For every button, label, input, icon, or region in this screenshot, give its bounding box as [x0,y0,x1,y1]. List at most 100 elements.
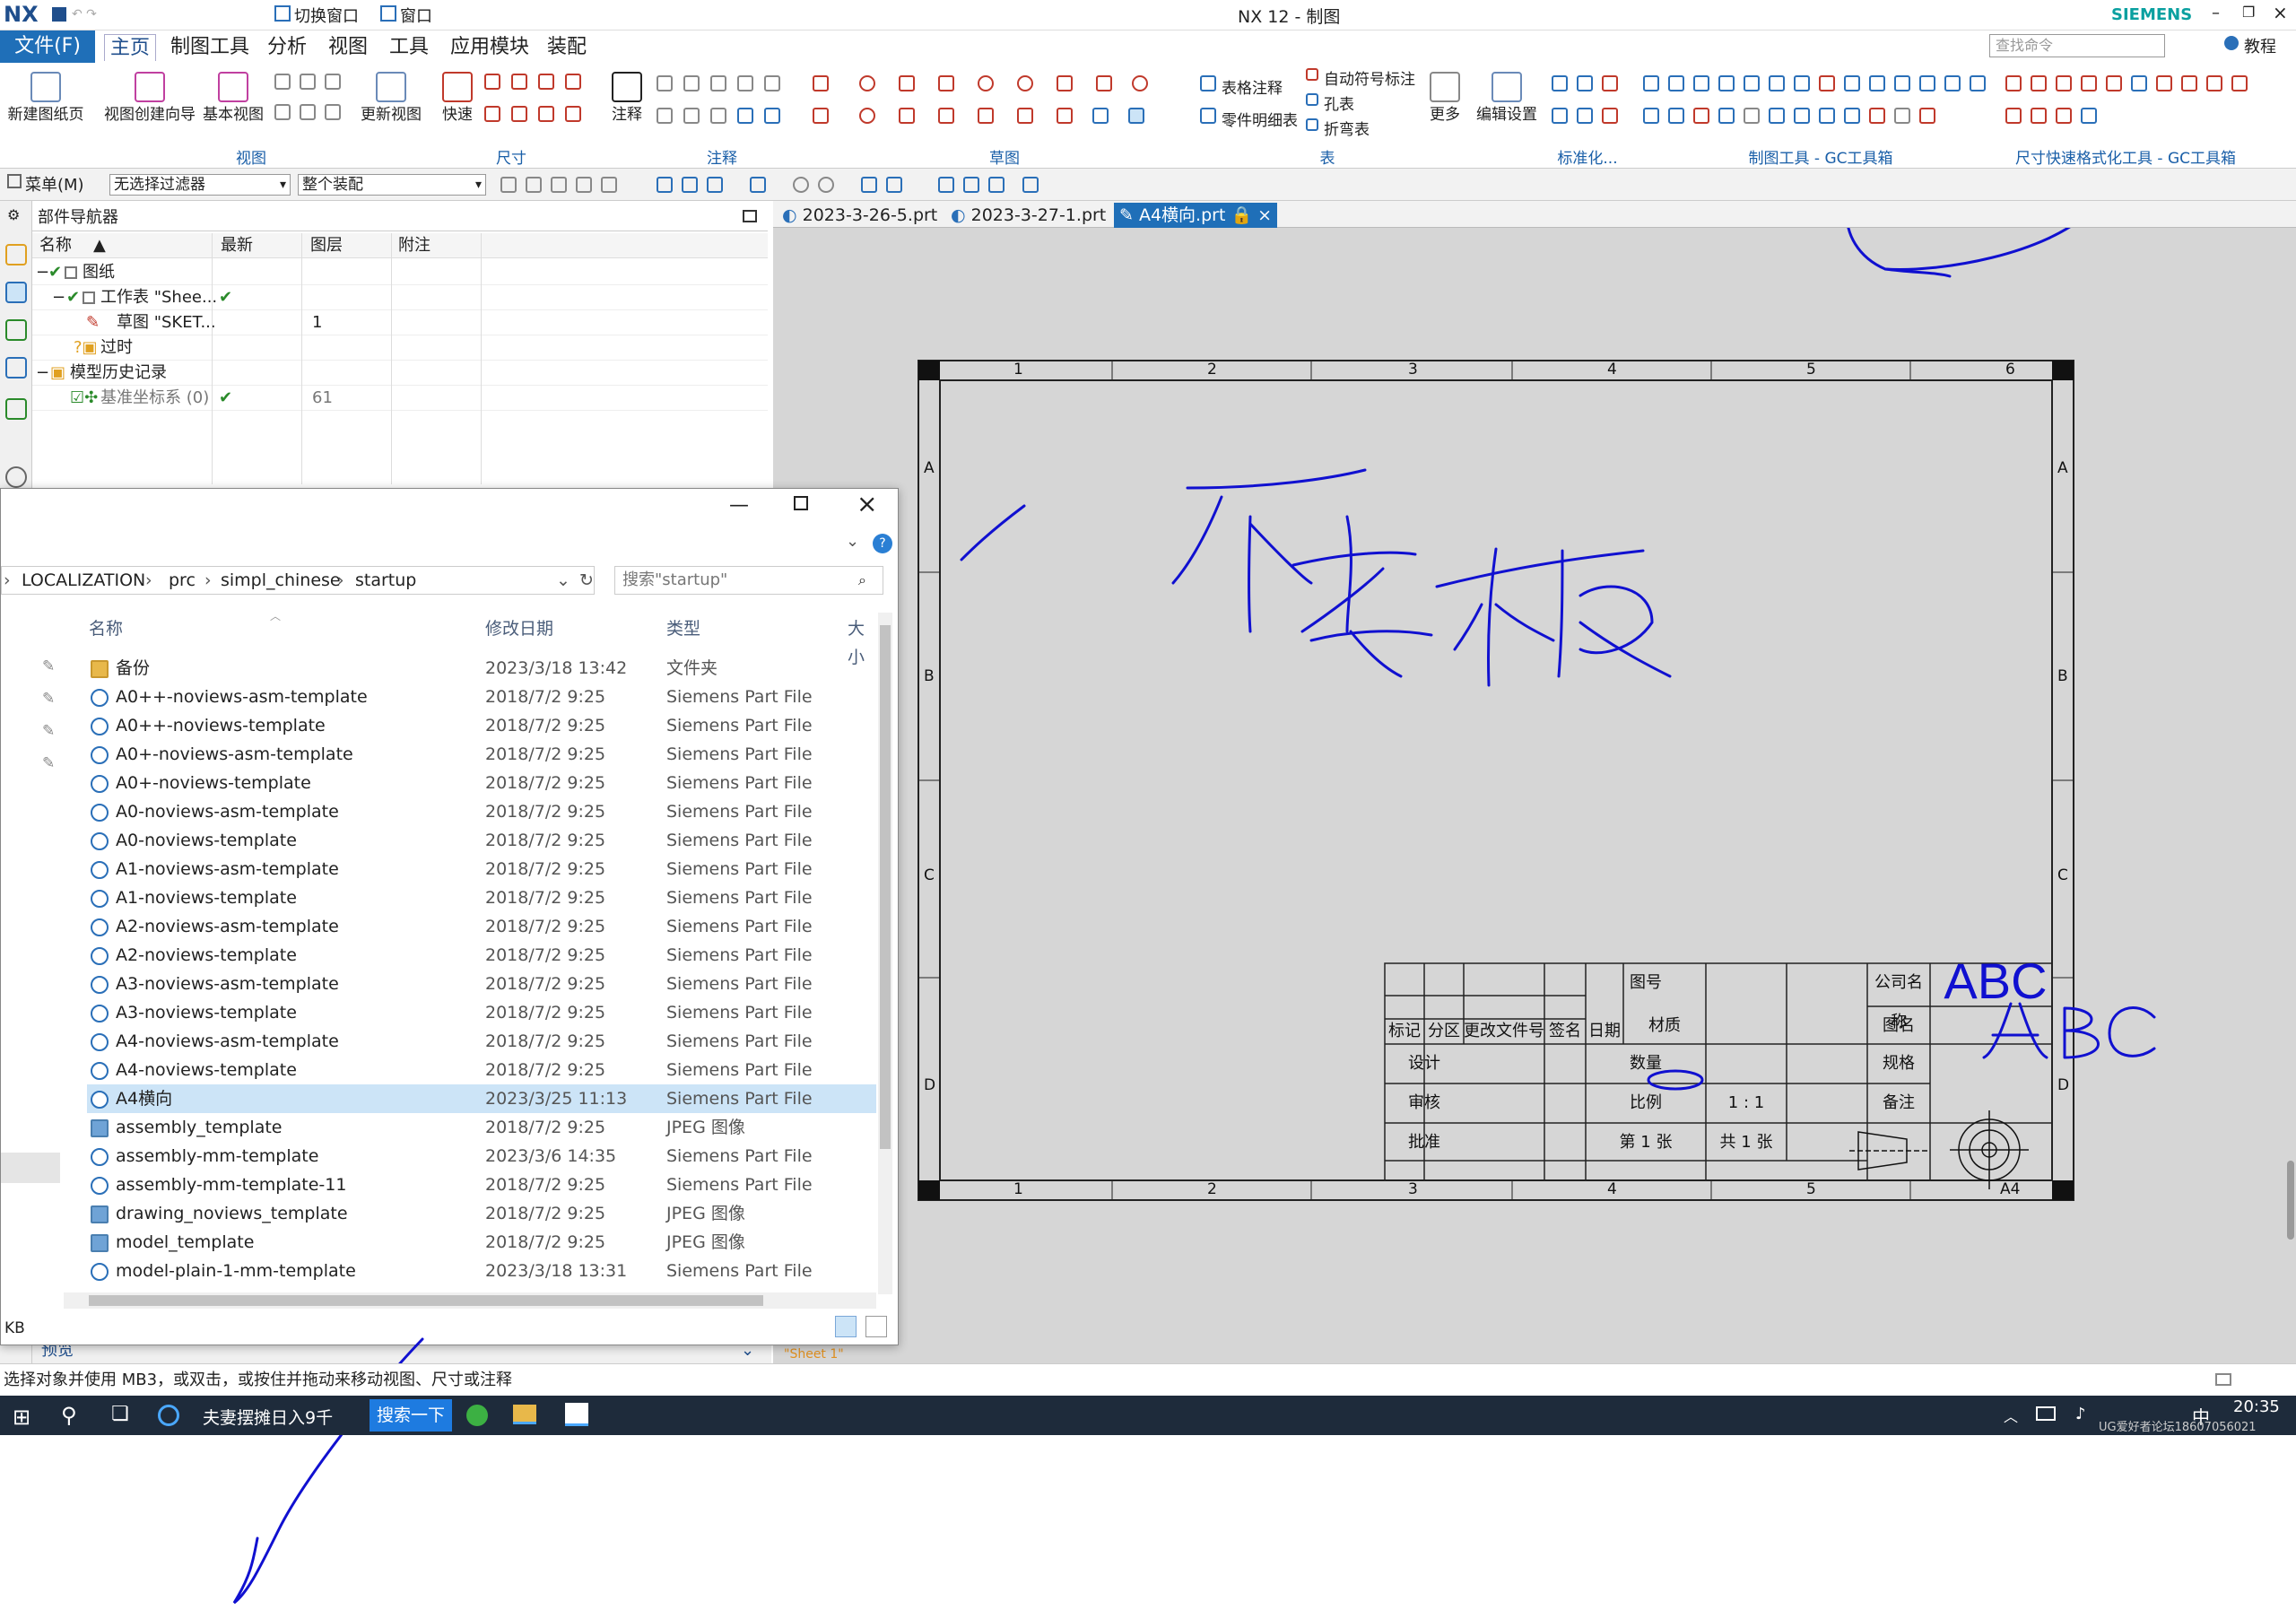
snap-tool-2-icon[interactable] [526,177,542,193]
file-row[interactable]: A3-noviews-template 2018/7/2 9:25 Siemens … [87,998,876,1027]
tab-doc-active[interactable]: ✎ A4横向.prt 🔒 × [1114,203,1278,228]
gc-tool-11-icon[interactable] [1894,75,1910,91]
fmt-tool-9-icon[interactable] [2206,75,2222,91]
gc-tool-22-icon[interactable] [1819,108,1835,124]
selection-filter-select[interactable]: 无选择过滤器 [109,174,291,196]
gc-tool-3-icon[interactable] [1693,75,1709,91]
file-row[interactable]: model-plain-1-mm-template 2023/3/18 13:31… [87,1257,876,1285]
area-fill-icon[interactable] [813,108,829,124]
fmt-tool-2-icon[interactable] [2031,75,2047,91]
gc-tool-23-icon[interactable] [1844,108,1860,124]
ordinate-dim-icon[interactable] [565,106,581,122]
spline-icon[interactable] [1096,75,1112,91]
gc-tool-12-icon[interactable] [1919,75,1935,91]
offset-curve-icon[interactable] [938,108,954,124]
reuse-library-icon[interactable] [5,319,27,341]
fillet-icon[interactable] [899,108,915,124]
fmt-tool-11-icon[interactable] [2005,108,2022,124]
base-view-button[interactable]: 基本视图 [199,68,267,124]
section-view-icon[interactable] [300,74,316,90]
switch-window-icon[interactable] [274,5,291,22]
quick-dimension-button[interactable]: 快速 [438,68,477,124]
table-note-icon[interactable] [1200,75,1216,91]
circle-icon[interactable] [1017,75,1033,91]
snap-tool-5-icon[interactable] [601,177,617,193]
view-tool-1-icon[interactable] [938,177,954,193]
file-row[interactable]: assembly-mm-template-11 2018/7/2 9:25 Siem… [87,1171,876,1199]
snap-tool-11-icon[interactable] [818,177,834,193]
fmt-tool-5-icon[interactable] [2106,75,2122,91]
fmt-tool-1-icon[interactable] [2005,75,2022,91]
radial-dim-icon[interactable] [511,74,527,90]
window-menu-button[interactable]: 窗口 [400,4,432,27]
tree-row-sheet[interactable]: − ✔ 工作表 "Shee... ✔ [32,285,768,310]
gc-tool-1-icon[interactable] [1643,75,1659,91]
file-row[interactable]: A0+-noviews-asm-template 2018/7/2 9:25 Sie… [87,740,876,769]
thickness-dim-icon[interactable] [484,106,500,122]
file-row[interactable]: drawing_noviews_template 2018/7/2 9:25 JPE… [87,1199,876,1228]
tab-application[interactable]: 应用模块 [445,34,535,61]
file-row[interactable]: A1-noviews-template 2018/7/2 9:25 Siemens … [87,883,876,912]
gc-tool-13-icon[interactable] [1944,75,1961,91]
web-browser-icon[interactable] [5,357,27,379]
file-row[interactable]: model_template 2018/7/2 9:25 JPEG 图像 [87,1228,876,1257]
fmt-tool-12-icon[interactable] [2031,108,2047,124]
polygon-icon[interactable] [1132,75,1148,91]
gc-tool-6-icon[interactable] [1769,75,1785,91]
gc-tool-20-icon[interactable] [1769,108,1785,124]
gc-tool-2-icon[interactable] [1668,75,1684,91]
graphics-window[interactable]: 1 2 3 4 5 6 1 2 3 4 5 A4 A B C D A B C D… [773,228,2296,1363]
datum-icon[interactable] [683,75,700,91]
app-icon-360[interactable] [466,1405,488,1426]
parts-list-button[interactable]: 零件明细表 [1222,108,1298,130]
fmt-tool-8-icon[interactable] [2181,75,2197,91]
search-now-button[interactable]: 搜索一下 [370,1399,452,1432]
fmt-tool-14-icon[interactable] [2081,108,2097,124]
hatch-icon[interactable] [813,75,829,91]
gc-tool-25-icon[interactable] [1894,108,1910,124]
command-search-input[interactable]: 查找命令 [1989,34,2165,57]
fmt-tool-7-icon[interactable] [2156,75,2172,91]
file-row[interactable]: A2-noviews-asm-template 2018/7/2 9:25 Siem… [87,912,876,941]
file-row[interactable]: A0-noviews-template 2018/7/2 9:25 Siemens … [87,826,876,855]
perimeter-dim-icon[interactable] [538,106,554,122]
file-row[interactable]: assembly_template 2018/7/2 9:25 JPEG 图像 [87,1113,876,1142]
view-break-icon[interactable] [300,104,316,120]
gc-tool-7-icon[interactable] [1794,75,1810,91]
part-nav-icon[interactable] [5,282,27,303]
scope-select[interactable]: 整个装配 [298,174,486,196]
fmt-tool-6-icon[interactable] [2131,75,2147,91]
file-row[interactable]: A0+-noviews-template 2018/7/2 9:25 Siemens… [87,769,876,797]
fmt-tool-4-icon[interactable] [2081,75,2097,91]
rectangle-icon[interactable] [899,75,915,91]
gc-tool-8-icon[interactable] [1819,75,1835,91]
gc-tool-26-icon[interactable] [1919,108,1935,124]
arc-icon[interactable] [978,75,994,91]
file-row[interactable]: 备份 2023/3/18 13:42 文件夹 [87,654,876,683]
view-tool-2-icon[interactable] [963,177,979,193]
std-tool-1-icon[interactable] [1552,75,1568,91]
gc-tool-14-icon[interactable] [1970,75,1986,91]
history-icon[interactable] [5,398,27,420]
tab-view[interactable]: 视图 [323,34,373,61]
snap-tool-9-icon[interactable] [750,177,766,193]
hole-table-button[interactable]: 孔表 [1324,91,1354,114]
extend-icon[interactable] [1017,108,1033,124]
bend-table-icon[interactable] [1306,118,1318,131]
tab-doc-2[interactable]: ◐ 2023-3-27-1.prt [945,203,1111,228]
std-tool-3-icon[interactable] [1602,75,1618,91]
sheet-label[interactable]: "Sheet 1" [784,1347,844,1362]
crosshair-icon[interactable] [764,108,780,124]
file-row[interactable]: A4-noviews-template 2018/7/2 9:25 Siemens … [87,1056,876,1084]
file-row[interactable]: A3-noviews-asm-template 2018/7/2 9:25 Siem… [87,970,876,998]
gc-tool-19-icon[interactable] [1744,108,1760,124]
close-button[interactable]: × [2273,2,2288,23]
file-row[interactable]: A4-noviews-asm-template 2018/7/2 9:25 Siem… [87,1027,876,1056]
tree-row-history[interactable]: − ▣ 模型历史记录 [32,361,768,386]
image-icon[interactable] [683,108,700,124]
tutorial-button[interactable]: 教程 [2244,34,2276,57]
col-layer[interactable]: 图层 [310,233,343,258]
undo-icon[interactable]: ↶ ↷ [72,7,126,22]
save-icon[interactable] [52,7,66,22]
gc-tool-24-icon[interactable] [1869,108,1885,124]
